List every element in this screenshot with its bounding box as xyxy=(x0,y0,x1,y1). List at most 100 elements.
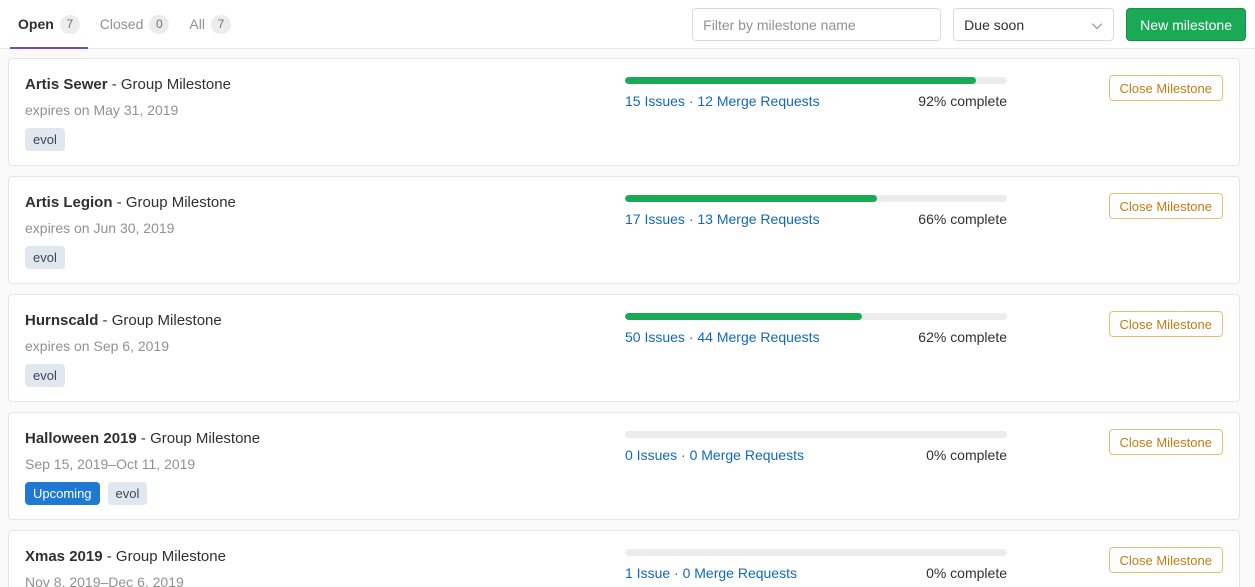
milestone-progress-area: 0 Issues · 0 Merge Requests 0% complete xyxy=(625,431,1007,463)
milestone-name-link[interactable]: Halloween 2019 xyxy=(25,430,137,447)
milestone-card: Xmas 2019 - Group Milestone Nov 8, 2019–D… xyxy=(8,530,1240,587)
tab-all[interactable]: All 7 xyxy=(179,0,241,49)
milestone-title: Halloween 2019 - Group Milestone xyxy=(25,429,625,448)
tab-count-badge: 7 xyxy=(210,14,231,34)
progress-bar xyxy=(625,313,1007,320)
milestone-counts: 1 Issue · 0 Merge Requests xyxy=(625,565,797,581)
group-label-badge[interactable]: evol xyxy=(25,128,65,151)
sort-select-value: Due soon xyxy=(964,16,1025,33)
progress-bar xyxy=(625,195,1007,202)
issues-link[interactable]: 50 Issues xyxy=(625,329,685,345)
milestone-info: Artis Sewer - Group Milestone expires on … xyxy=(25,75,625,151)
milestone-scope: - Group Milestone xyxy=(107,76,231,93)
merge-requests-link[interactable]: 0 Merge Requests xyxy=(683,565,797,581)
progress-meta: 15 Issues · 12 Merge Requests 92% complet… xyxy=(625,93,1007,109)
milestone-info: Xmas 2019 - Group Milestone Nov 8, 2019–D… xyxy=(25,547,625,587)
percent-complete: 92% complete xyxy=(918,93,1007,109)
milestone-name-link[interactable]: Artis Sewer xyxy=(25,76,108,93)
count-separator: · xyxy=(684,329,698,345)
milestone-name-link[interactable]: Hurnscald xyxy=(25,312,98,329)
state-tabs: Open 7 Closed 0 All 7 xyxy=(0,0,241,49)
issues-link[interactable]: 0 Issues xyxy=(625,447,677,463)
chevron-down-icon xyxy=(1091,19,1103,31)
count-separator: · xyxy=(677,447,690,463)
milestone-counts: 50 Issues · 44 Merge Requests xyxy=(625,329,820,345)
milestone-scope: - Group Milestone xyxy=(98,312,222,329)
milestone-name-link[interactable]: Xmas 2019 xyxy=(25,548,103,565)
milestone-dates: Nov 8, 2019–Dec 6, 2019 xyxy=(25,574,184,587)
group-label-badge[interactable]: evol xyxy=(25,364,65,387)
milestone-title: Xmas 2019 - Group Milestone xyxy=(25,547,625,566)
milestone-badges: evol xyxy=(25,128,625,151)
issues-link[interactable]: 15 Issues xyxy=(625,93,685,109)
progress-bar-fill xyxy=(625,313,862,320)
milestones-list: Artis Sewer - Group Milestone expires on … xyxy=(0,49,1255,587)
milestone-badges: evol xyxy=(25,246,625,269)
milestone-scope: - Group Milestone xyxy=(112,194,236,211)
close-milestone-button[interactable]: Close Milestone xyxy=(1108,311,1223,337)
count-separator: · xyxy=(684,93,698,109)
milestone-info: Halloween 2019 - Group Milestone Sep 15, … xyxy=(25,429,625,505)
issues-link[interactable]: 17 Issues xyxy=(625,211,685,227)
milestone-actions: Close Milestone xyxy=(1108,311,1223,337)
merge-requests-link[interactable]: 0 Merge Requests xyxy=(690,447,804,463)
milestone-filter-input[interactable] xyxy=(692,8,942,41)
milestone-actions: Close Milestone xyxy=(1108,75,1223,101)
percent-complete: 0% complete xyxy=(926,447,1007,463)
merge-requests-link[interactable]: 44 Merge Requests xyxy=(697,329,819,345)
progress-bar-fill xyxy=(625,77,977,84)
count-separator: · xyxy=(684,211,698,227)
merge-requests-link[interactable]: 12 Merge Requests xyxy=(697,93,819,109)
progress-meta: 1 Issue · 0 Merge Requests 0% complete xyxy=(625,565,1007,581)
tab-label: Closed xyxy=(99,16,144,32)
status-badge[interactable]: Upcoming xyxy=(25,482,100,505)
milestone-progress-area: 1 Issue · 0 Merge Requests 0% complete xyxy=(625,549,1007,581)
milestone-scope: - Group Milestone xyxy=(102,548,226,565)
close-milestone-button[interactable]: Close Milestone xyxy=(1108,547,1223,573)
milestone-dates: expires on May 31, 2019 xyxy=(25,102,179,118)
progress-bar xyxy=(625,77,1007,84)
tab-closed[interactable]: Closed 0 xyxy=(90,0,180,49)
milestone-name-link[interactable]: Artis Legion xyxy=(25,194,113,211)
percent-complete: 66% complete xyxy=(918,211,1007,227)
progress-bar xyxy=(625,549,1007,556)
progress-bar-fill xyxy=(625,195,878,202)
milestone-card: Halloween 2019 - Group Milestone Sep 15, … xyxy=(8,412,1240,520)
merge-requests-link[interactable]: 13 Merge Requests xyxy=(697,211,819,227)
close-milestone-button[interactable]: Close Milestone xyxy=(1108,75,1223,101)
milestone-badges: Upcoming evol xyxy=(25,482,625,505)
milestone-scope: - Group Milestone xyxy=(136,430,261,447)
milestone-dates: expires on Sep 6, 2019 xyxy=(25,338,169,354)
progress-bar xyxy=(625,431,1007,438)
close-milestone-button[interactable]: Close Milestone xyxy=(1108,429,1223,455)
milestone-counts: 15 Issues · 12 Merge Requests xyxy=(625,93,820,109)
tab-count-badge: 7 xyxy=(59,14,80,34)
milestone-counts: 17 Issues · 13 Merge Requests xyxy=(625,211,820,227)
milestone-dates: expires on Jun 30, 2019 xyxy=(25,220,175,236)
milestone-info: Artis Legion - Group Milestone expires on… xyxy=(25,193,625,269)
tab-count-badge: 0 xyxy=(149,14,170,34)
milestone-badges: evol xyxy=(25,364,625,387)
close-milestone-button[interactable]: Close Milestone xyxy=(1108,193,1223,219)
new-milestone-button[interactable]: New milestone xyxy=(1126,8,1246,41)
milestone-card: Artis Legion - Group Milestone expires on… xyxy=(8,176,1240,284)
milestone-title: Hurnscald - Group Milestone xyxy=(25,311,625,330)
tab-open[interactable]: Open 7 xyxy=(8,0,90,49)
milestone-actions: Close Milestone xyxy=(1108,429,1223,455)
milestone-actions: Close Milestone xyxy=(1108,193,1223,219)
tab-label: Open xyxy=(18,16,54,32)
issues-link[interactable]: 1 Issue xyxy=(625,565,670,581)
milestone-dates: Sep 15, 2019–Oct 11, 2019 xyxy=(25,456,196,472)
milestone-counts: 0 Issues · 0 Merge Requests xyxy=(625,447,804,463)
milestones-toolbar: Open 7 Closed 0 All 7 Due soon New milestone xyxy=(0,0,1255,49)
milestone-progress-area: 17 Issues · 13 Merge Requests 66% complet… xyxy=(625,195,1007,227)
progress-meta: 0 Issues · 0 Merge Requests 0% complete xyxy=(625,447,1007,463)
progress-meta: 50 Issues · 44 Merge Requests 62% complet… xyxy=(625,329,1007,345)
milestone-info: Hurnscald - Group Milestone expires on Se… xyxy=(25,311,625,387)
milestone-card: Hurnscald - Group Milestone expires on Se… xyxy=(8,294,1240,402)
group-label-badge[interactable]: evol xyxy=(107,482,148,505)
milestone-title: Artis Legion - Group Milestone xyxy=(25,193,625,212)
group-label-badge[interactable]: evol xyxy=(25,246,65,269)
sort-select[interactable]: Due soon xyxy=(953,8,1115,41)
toolbar-controls: Due soon New milestone xyxy=(692,8,1246,41)
